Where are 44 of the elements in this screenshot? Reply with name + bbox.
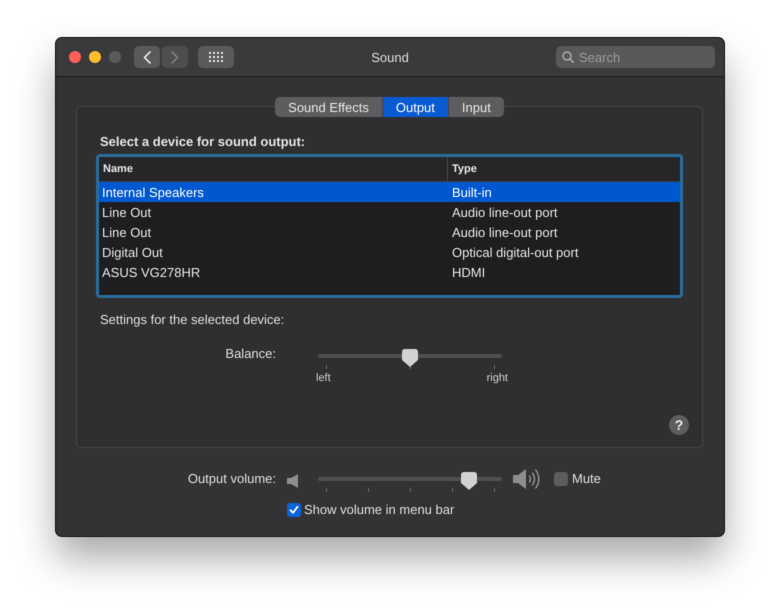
section-heading: Settings for the selected device: [100, 312, 286, 328]
window-title: Sound [371, 50, 409, 64]
tab[interactable]: Sound Effects [275, 97, 382, 117]
slider-max-label: right [486, 372, 508, 385]
slider-min-label: left [316, 372, 331, 385]
section-heading: Select a device for sound output: [100, 134, 306, 150]
show-all-button[interactable] [198, 46, 234, 68]
device-name-cell-text: Line Out [101, 204, 152, 220]
tab[interactable]: Output [382, 97, 448, 117]
minimize-icon[interactable] [89, 51, 101, 63]
show-volume-label: Show volume in menu bar [304, 502, 454, 518]
device-name-cell-text: ASUS VG278HR [101, 264, 202, 280]
device-row[interactable]: Line Out Audio line-out port [99, 202, 680, 222]
device-type-cell-text: Audio line-out port [451, 204, 558, 220]
volume-label: Output volume: [186, 471, 276, 487]
show-volume-checkbox[interactable] [287, 503, 301, 517]
speaker-icon [287, 474, 299, 488]
slider-thumb[interactable] [460, 472, 477, 490]
search-field[interactable]: Search [556, 46, 715, 68]
device-type-cell-text: Built-in [451, 184, 492, 200]
device-row[interactable]: Digital Out Optical digital-out port [99, 242, 680, 262]
column-header[interactable]: Type [448, 157, 477, 181]
chevron-left-icon [143, 50, 151, 64]
device-name-cell-text: Internal Speakers [101, 184, 205, 200]
device-type-cell-text: Optical digital-out port [451, 244, 578, 260]
back-button[interactable] [134, 46, 160, 68]
grid-icon [209, 52, 223, 62]
tab[interactable]: Input [448, 97, 504, 117]
close-icon[interactable] [69, 51, 81, 63]
device-name-cell-text: Line Out [101, 224, 152, 240]
device-row[interactable]: Internal Speakers Built-in [99, 182, 680, 202]
device-type-cell-text: HDMI [451, 264, 486, 280]
chevron-right-icon [171, 50, 179, 64]
device-name-cell-text: Digital Out [101, 244, 164, 260]
device-row[interactable]: Line Out Audio line-out port [99, 222, 680, 242]
mute-label: Mute [572, 471, 601, 487]
mute-checkbox[interactable] [554, 472, 568, 486]
balance-label: Balance: [224, 346, 276, 362]
device-type-cell-text: Audio line-out port [451, 224, 558, 240]
slider-thumb[interactable] [402, 349, 418, 367]
column-header[interactable]: Name [99, 157, 448, 181]
search-icon [562, 51, 574, 63]
help-button[interactable]: ? [669, 415, 689, 435]
device-row[interactable]: ASUS VG278HR HDMI [99, 262, 680, 282]
